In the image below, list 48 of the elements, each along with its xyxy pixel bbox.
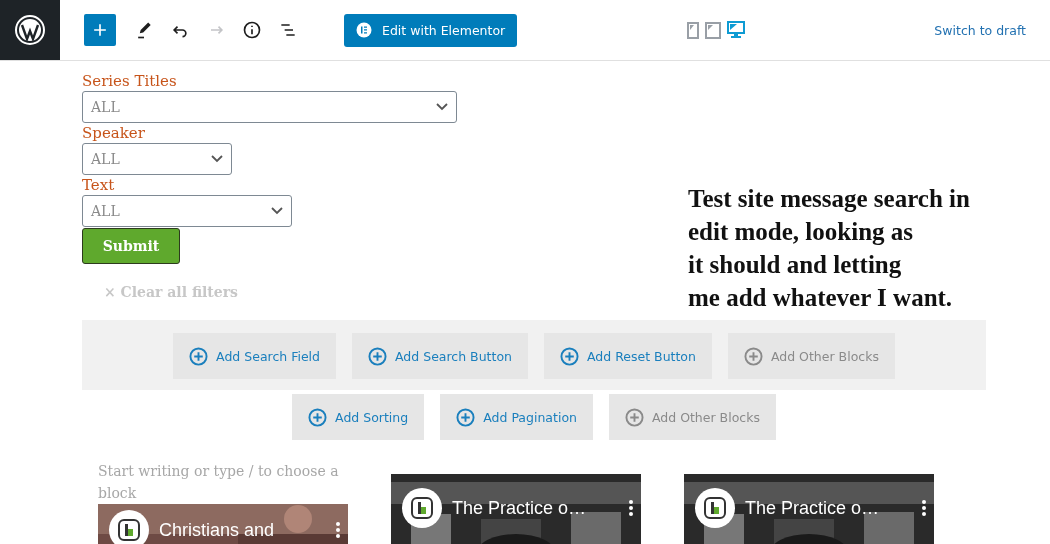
mobile-preview-button[interactable] <box>687 21 700 39</box>
more-icon[interactable] <box>629 500 633 516</box>
add-block-button[interactable]: Add Reset Button <box>544 333 712 379</box>
add-block-button[interactable]: Add Search Button <box>352 333 528 379</box>
plus-circle-icon <box>560 346 579 366</box>
tablet-preview-button[interactable] <box>705 21 722 39</box>
switch-to-draft-link[interactable]: Switch to draft <box>934 22 1026 38</box>
video-title: The Practice o… <box>745 497 880 519</box>
chevron-down-icon <box>211 155 223 163</box>
chevron-down-icon <box>436 103 448 111</box>
plus-circle-icon <box>624 407 644 427</box>
filter-label: Speaker <box>82 123 146 143</box>
submit-button[interactable]: Submit <box>82 228 180 264</box>
video-title: Christians and <box>159 519 275 541</box>
add-block-button[interactable]: Add Sorting <box>292 394 425 440</box>
tablet-icon <box>705 21 722 39</box>
logo-icon <box>14 14 46 46</box>
elementor-icon <box>356 22 372 38</box>
add-block-button[interactable]: Add Pagination <box>440 394 593 440</box>
filter-label: Text <box>82 175 116 195</box>
video-embed[interactable]: Christians and <box>98 504 348 544</box>
add-button[interactable] <box>84 14 116 46</box>
plus-circle-icon <box>743 346 763 366</box>
block-placeholder[interactable]: Start writing or type / to choose a block <box>98 460 348 504</box>
annotation-note: Test site message search in edit mode, looking as it should and letting me add whatever I want. <box>688 184 970 313</box>
video-embed[interactable]: The Practice o… <box>391 474 641 544</box>
plus-circle-icon <box>308 407 328 427</box>
mobile-icon <box>687 21 700 39</box>
wordpress-logo[interactable] <box>0 0 60 60</box>
desktop-icon <box>727 21 746 39</box>
edit-with-elementor-button[interactable]: Edit with Elementor <box>344 13 518 47</box>
desktop-preview-button[interactable] <box>727 21 746 39</box>
filter-label: Series Titles <box>82 71 178 91</box>
plus-circle-icon <box>189 346 209 366</box>
video-title: The Practice o… <box>452 497 587 519</box>
plus-circle-icon <box>456 407 476 427</box>
more-icon[interactable] <box>922 500 926 516</box>
plus-circle-icon <box>368 346 388 366</box>
filter-select[interactable]: ALL <box>82 195 292 227</box>
add-block-button[interactable]: Add Search Field <box>173 333 337 379</box>
channel-logo-icon <box>703 496 727 520</box>
channel-logo-icon <box>410 496 434 520</box>
channel-logo-icon <box>117 518 141 542</box>
info-icon <box>242 20 262 40</box>
video-embed[interactable]: The Practice o… <box>684 474 934 544</box>
filter-select[interactable]: ALL <box>82 91 457 123</box>
chevron-down-icon <box>271 207 283 215</box>
filter-select[interactable]: ALL <box>82 143 232 175</box>
